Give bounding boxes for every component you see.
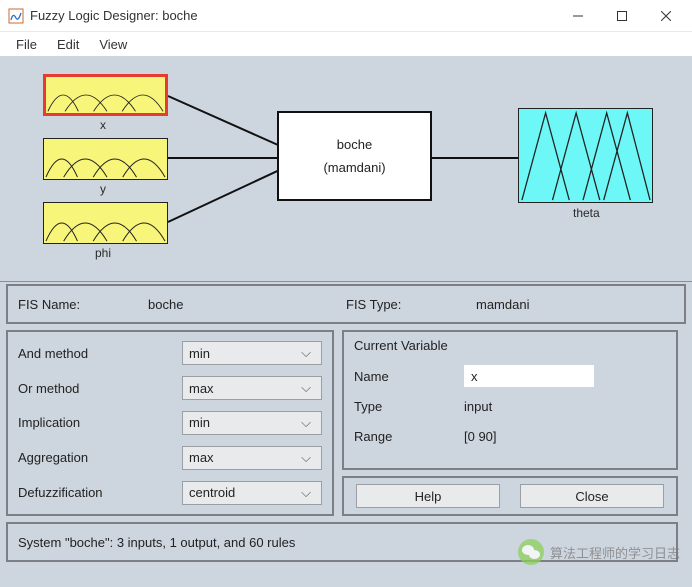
fis-type-label: FIS Type:	[346, 297, 476, 312]
menubar: File Edit View	[0, 32, 692, 56]
input-variable-y[interactable]	[43, 138, 168, 180]
menu-edit[interactable]: Edit	[47, 35, 89, 54]
action-buttons-panel: Help Close	[342, 476, 678, 516]
fis-type-value: mamdani	[476, 297, 674, 312]
currvar-range-label: Range	[354, 429, 464, 444]
close-button[interactable]: Close	[520, 484, 664, 508]
help-button-label: Help	[415, 489, 442, 504]
help-button[interactable]: Help	[356, 484, 500, 508]
maximize-button[interactable]	[600, 1, 644, 31]
watermark-text: 算法工程师的学习日志	[550, 543, 680, 562]
fis-name-label: FIS Name:	[18, 297, 148, 312]
and-method-select[interactable]: min ⌵	[182, 341, 322, 365]
close-window-button[interactable]	[644, 1, 688, 31]
currvar-type-label: Type	[354, 399, 464, 414]
output-variable-theta[interactable]	[518, 108, 653, 203]
chevron-down-icon: ⌵	[297, 345, 315, 361]
status-text: System "boche": 3 inputs, 1 output, and …	[18, 535, 295, 550]
currvar-range-value: [0 90]	[464, 429, 666, 444]
or-method-value: max	[189, 381, 214, 396]
menu-view[interactable]: View	[89, 35, 137, 54]
titlebar: Fuzzy Logic Designer: boche	[0, 0, 692, 32]
current-variable-panel: Current Variable Name Typeinput Range[0 …	[342, 330, 678, 470]
input-variable-x[interactable]	[43, 74, 168, 116]
defuzzification-value: centroid	[189, 485, 235, 500]
menu-file[interactable]: File	[6, 35, 47, 54]
app-icon	[8, 8, 24, 24]
input-variable-phi[interactable]	[43, 202, 168, 244]
defuzzification-label: Defuzzification	[18, 485, 176, 500]
or-method-label: Or method	[18, 381, 176, 396]
input-label-phi: phi	[95, 246, 111, 260]
aggregation-value: max	[189, 450, 214, 465]
implication-value: min	[189, 415, 210, 430]
chevron-down-icon: ⌵	[297, 415, 315, 431]
close-button-label: Close	[575, 489, 608, 504]
and-method-value: min	[189, 346, 210, 361]
fis-system-box[interactable]: boche (mamdani)	[277, 111, 432, 201]
defuzzification-select[interactable]: centroid ⌵	[182, 481, 322, 505]
and-method-label: And method	[18, 346, 176, 361]
methods-panel: And method min ⌵ Or method max ⌵ Implicati…	[6, 330, 334, 516]
chevron-down-icon: ⌵	[297, 485, 315, 501]
output-label-theta: theta	[573, 206, 600, 220]
fis-name-value: boche	[148, 297, 346, 312]
fis-system-name: boche	[337, 137, 372, 152]
fis-system-type: (mamdani)	[323, 160, 385, 175]
implication-select[interactable]: min ⌵	[182, 411, 322, 435]
implication-label: Implication	[18, 415, 176, 430]
currvar-name-label: Name	[354, 369, 464, 384]
currvar-name-input[interactable]	[464, 365, 594, 387]
aggregation-select[interactable]: max ⌵	[182, 446, 322, 470]
fis-info-panel: FIS Name: boche FIS Type: mamdani	[6, 284, 686, 324]
aggregation-label: Aggregation	[18, 450, 176, 465]
chevron-down-icon: ⌵	[297, 380, 315, 396]
chevron-down-icon: ⌵	[297, 450, 315, 466]
minimize-button[interactable]	[556, 1, 600, 31]
input-label-x: x	[100, 118, 106, 132]
input-label-y: y	[100, 182, 106, 196]
diagram-canvas: x y phi boche (mamdani) theta	[0, 56, 692, 282]
currvar-type-value: input	[464, 399, 666, 414]
current-variable-heading: Current Variable	[354, 338, 666, 353]
watermark: 算法工程师的学习日志	[518, 539, 680, 565]
wechat-icon	[518, 539, 544, 565]
or-method-select[interactable]: max ⌵	[182, 376, 322, 400]
window-title: Fuzzy Logic Designer: boche	[30, 8, 556, 23]
